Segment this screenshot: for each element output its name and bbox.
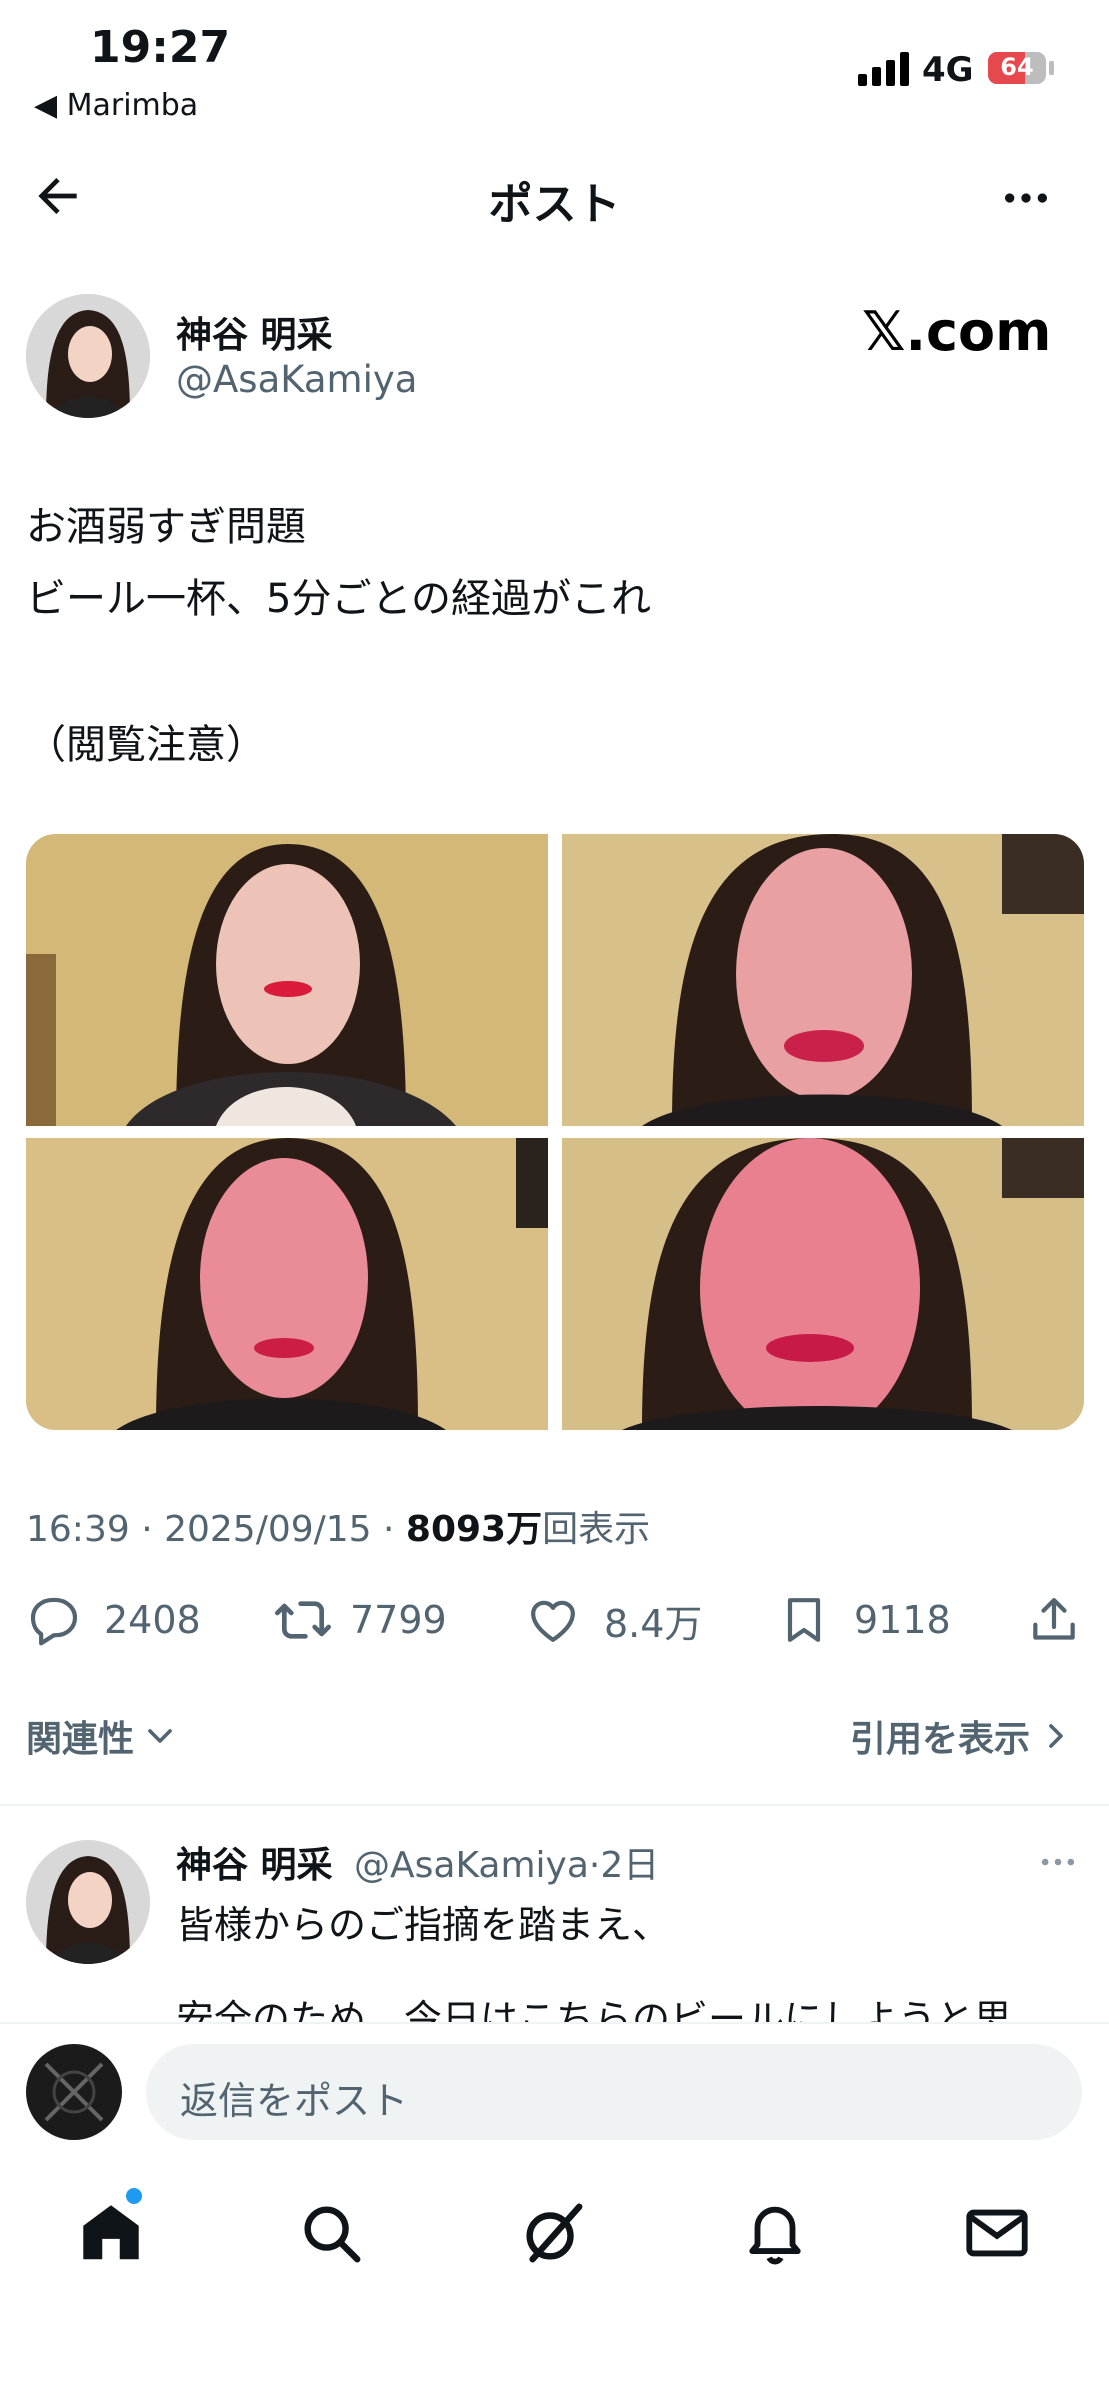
post-text-line-3: （閲覧注意） bbox=[26, 722, 266, 768]
author-handle[interactable]: @AsaKamiya bbox=[176, 358, 417, 401]
view-count: 8093万 bbox=[405, 1509, 543, 1550]
battery-indicator: 64 bbox=[988, 52, 1046, 84]
nav-home[interactable] bbox=[76, 2188, 146, 2268]
chevron-right-icon bbox=[1036, 1716, 1076, 1756]
status-time: 19:27 bbox=[90, 22, 231, 73]
post-text-line-1: お酒弱すぎ問題 bbox=[26, 504, 306, 550]
nav-notifications[interactable] bbox=[740, 2198, 810, 2268]
reply-input-placeholder: 返信をポスト bbox=[180, 2079, 409, 2123]
reply-more-icon[interactable] bbox=[1036, 1840, 1080, 1884]
like-icon bbox=[524, 1592, 582, 1648]
sort-label: 関連性 bbox=[26, 1719, 135, 1760]
like-button[interactable]: 8.4万 bbox=[524, 1585, 702, 1655]
share-icon bbox=[1026, 1592, 1082, 1648]
notifications-icon bbox=[749, 2206, 801, 2265]
signal-icon bbox=[858, 52, 910, 86]
reply-header: 神谷 明采 @AsaKamiya·2日 bbox=[176, 1836, 659, 1888]
reply-button[interactable]: 2408 bbox=[26, 1585, 201, 1655]
repost-count: 7799 bbox=[350, 1598, 447, 1642]
more-icon[interactable] bbox=[998, 170, 1054, 226]
bookmark-button[interactable]: 9118 bbox=[776, 1585, 951, 1655]
share-button[interactable] bbox=[1026, 1585, 1082, 1655]
reply-text-line-1: 皆様からのご指摘を踏まえ、 bbox=[176, 1903, 671, 1947]
reply-avatar[interactable] bbox=[26, 1840, 150, 1964]
view-quotes-link[interactable]: 引用を表示 bbox=[850, 1710, 1076, 1762]
post-media-grid bbox=[26, 834, 1084, 1430]
search-icon bbox=[304, 2206, 361, 2263]
bookmark-count: 9118 bbox=[854, 1598, 951, 1642]
reply-count: 2408 bbox=[104, 1598, 201, 1642]
reply-input[interactable]: 返信をポスト bbox=[146, 2044, 1082, 2140]
nav-messages[interactable] bbox=[962, 2198, 1032, 2268]
post-photo-3[interactable] bbox=[26, 1138, 548, 1430]
post-timestamp[interactable]: 16:39 · 2025/09/15 · bbox=[26, 1509, 406, 1550]
xcom-watermark: 𝕏.com bbox=[862, 300, 1052, 363]
page-title: ポスト bbox=[488, 179, 621, 230]
like-count: 8.4万 bbox=[604, 1601, 703, 1646]
home-icon bbox=[83, 2205, 139, 2260]
battery-cap bbox=[1049, 61, 1054, 75]
nav-grok[interactable] bbox=[518, 2198, 588, 2268]
home-notification-dot bbox=[126, 2188, 142, 2204]
chevron-down-icon bbox=[140, 1716, 180, 1756]
reply-icon bbox=[26, 1592, 82, 1648]
reply-author-handle[interactable]: @AsaKamiya bbox=[354, 1845, 589, 1886]
post-photo-4[interactable] bbox=[562, 1138, 1084, 1430]
post-text-line-2: ビール一杯、5分ごとの経過がこれ bbox=[26, 576, 652, 622]
back-to-app-link[interactable]: ◀ Marimba bbox=[34, 88, 198, 123]
author-avatar[interactable] bbox=[26, 294, 150, 418]
post-photo-1[interactable] bbox=[26, 834, 548, 1126]
messages-icon bbox=[966, 2209, 1028, 2257]
reply-age: 2日 bbox=[600, 1845, 660, 1886]
author-name[interactable]: 神谷 明采 bbox=[176, 306, 333, 358]
reply-separator: · bbox=[588, 1845, 601, 1886]
reply-text-line-2: 安全のため、今日はこちらのビールにしようと思 bbox=[176, 1997, 1013, 2022]
post-photo-2[interactable] bbox=[562, 834, 1084, 1126]
sort-relevance-dropdown[interactable]: 関連性 bbox=[26, 1710, 180, 1762]
composer-bar: 返信をポスト bbox=[0, 2022, 1109, 2144]
reply-author-name[interactable]: 神谷 明采 bbox=[176, 1845, 333, 1886]
grok-icon bbox=[526, 2203, 583, 2263]
repost-button[interactable]: 7799 bbox=[272, 1585, 447, 1655]
nav-search[interactable] bbox=[296, 2198, 366, 2268]
view-count-label: 回表示 bbox=[542, 1509, 651, 1550]
view-quotes-label: 引用を表示 bbox=[850, 1719, 1031, 1760]
composer-avatar[interactable] bbox=[26, 2044, 122, 2140]
repost-icon bbox=[272, 1592, 334, 1648]
divider bbox=[0, 1804, 1109, 1806]
bookmark-icon bbox=[776, 1592, 832, 1648]
battery-level: 64 bbox=[1000, 53, 1034, 81]
network-label: 4G bbox=[922, 50, 974, 90]
post-meta: 16:39 · 2025/09/15 · 8093万回表示 bbox=[26, 1500, 650, 1552]
